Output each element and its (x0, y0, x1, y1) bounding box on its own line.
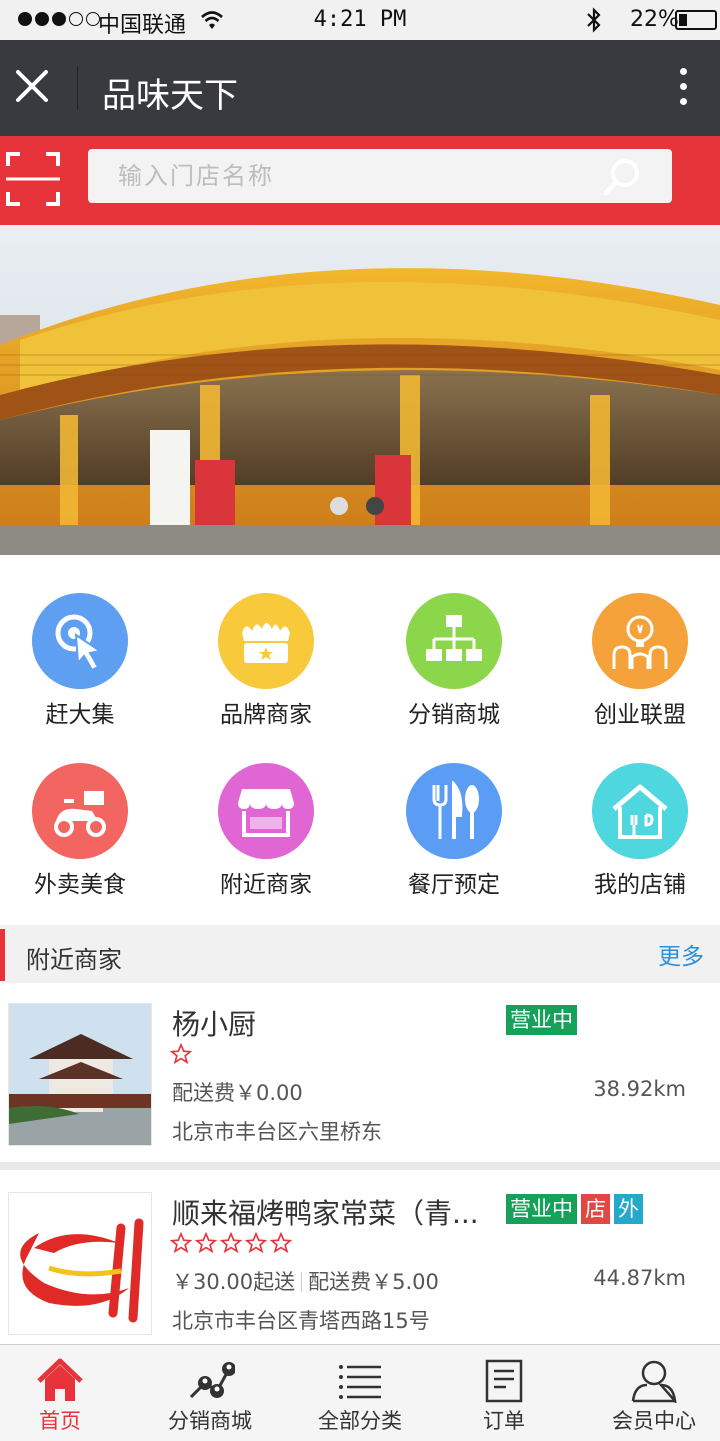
menu-item[interactable]: 餐厅预定 (364, 755, 544, 905)
lightbulb-team-icon (592, 593, 688, 689)
more-vertical-icon[interactable] (668, 68, 698, 108)
bottom-tab-bar: 首页 分销商城 全部分类 订单 会员中心 (0, 1344, 720, 1441)
list-icon (339, 1365, 381, 1399)
network-users-icon (189, 1362, 235, 1399)
menu-item-label: 创业联盟 (594, 702, 686, 728)
status-badge: 营业中 (506, 1005, 577, 1035)
storefront-icon (218, 763, 314, 859)
scooter-icon (32, 763, 128, 859)
star-icon (269, 1231, 293, 1258)
carousel-dot[interactable] (330, 497, 348, 515)
clock: 4:21 PM (313, 7, 407, 32)
fee-info: ￥30.00起送 配送费￥5.00 (172, 1266, 439, 1296)
tab-label: 首页 (39, 1409, 81, 1433)
menu-item[interactable]: 赶大集 (0, 585, 170, 735)
pointer-click-icon (32, 593, 128, 689)
section-title: 附近商家 (26, 946, 122, 974)
bluetooth-icon (587, 7, 601, 33)
quick-menu: 赶大集 品牌商家 分销商城 创业联盟外卖美食 附近商家 餐厅预定 我的店铺 (0, 585, 720, 925)
shop-badges: 营业中 (506, 1005, 577, 1035)
shop-name: 杨小厨 (172, 1008, 257, 1041)
scan-icon[interactable] (4, 150, 62, 208)
menu-item[interactable]: 附近商家 (176, 755, 356, 905)
shop-thumbnail (8, 1003, 152, 1146)
delivery-fee: 配送费￥5.00 (308, 1270, 439, 1294)
menu-item-label: 品牌商家 (220, 702, 312, 728)
service-badge: 店 (581, 1194, 610, 1224)
tab-item[interactable]: 分销商城 (138, 1345, 282, 1441)
star-icon (169, 1042, 193, 1069)
tab-label: 会员中心 (612, 1409, 696, 1433)
page-title: 品味天下 (102, 76, 238, 116)
order-icon (485, 1359, 523, 1403)
tab-item[interactable]: 首页 (0, 1345, 132, 1441)
title-bar: 品味天下 (0, 40, 720, 136)
tab-label: 全部分类 (318, 1409, 402, 1433)
distance: 44.87km (593, 1266, 686, 1290)
tab-label: 订单 (483, 1409, 525, 1433)
search-bar (0, 136, 720, 225)
banner-carousel[interactable] (0, 225, 720, 555)
menu-item[interactable]: 创业联盟 (550, 585, 720, 735)
divider (77, 66, 78, 110)
rating-stars (169, 1231, 293, 1258)
shop-address: 北京市丰台区青塔西路15号 (172, 1309, 430, 1333)
distance: 38.92km (593, 1077, 686, 1101)
battery-icon (675, 10, 717, 30)
min-order: ￥30.00起送 (172, 1270, 296, 1294)
star-icon (219, 1231, 243, 1258)
shop-thumbnail (8, 1192, 152, 1335)
menu-item[interactable]: 我的店铺 (550, 755, 720, 905)
carousel-dots (330, 497, 384, 515)
menu-item-label: 外卖美食 (34, 872, 126, 898)
section-accent (0, 929, 5, 981)
cutlery-icon (406, 763, 502, 859)
close-icon[interactable] (10, 64, 54, 108)
tab-item[interactable]: 全部分类 (288, 1345, 432, 1441)
menu-item[interactable]: 外卖美食 (0, 755, 170, 905)
shop-card[interactable]: 杨小厨 营业中 配送费￥0.00 38.92km 北京市丰台区六里桥东 (0, 983, 720, 1146)
user-icon (631, 1360, 677, 1403)
more-link[interactable]: 更多 (658, 937, 704, 971)
tab-label: 分销商城 (168, 1409, 252, 1433)
search-icon[interactable] (603, 157, 643, 197)
menu-item[interactable]: 品牌商家 (176, 585, 356, 735)
status-badge: 营业中 (506, 1194, 577, 1224)
search-box (88, 149, 672, 203)
shop-card[interactable]: 顺来福烤鸭家常菜（青... 营业中店外 ￥30.00起送 配送费￥5.00 44.… (0, 1172, 720, 1335)
shop-address: 北京市丰台区六里桥东 (172, 1120, 382, 1144)
service-badge: 外 (614, 1194, 643, 1224)
nearby-section-header: 附近商家 更多 (0, 925, 720, 983)
delivery-fee: 配送费￥0.00 (172, 1081, 303, 1105)
menu-item-label: 分销商城 (408, 702, 500, 728)
tab-item[interactable]: 会员中心 (582, 1345, 720, 1441)
home-icon (37, 1358, 83, 1401)
home-shop-icon (592, 763, 688, 859)
rating-stars (169, 1042, 193, 1069)
shop-badges: 营业中店外 (506, 1194, 643, 1224)
menu-item-label: 附近商家 (220, 872, 312, 898)
menu-item-label: 赶大集 (45, 702, 115, 728)
hierarchy-icon (406, 593, 502, 689)
crown-box-icon (218, 593, 314, 689)
battery-percent: 22% (630, 7, 679, 32)
star-icon (244, 1231, 268, 1258)
carousel-dot[interactable] (366, 497, 384, 515)
tab-item[interactable]: 订单 (432, 1345, 576, 1441)
status-bar: 中国联通 4:21 PM 22% (0, 0, 720, 40)
star-icon (194, 1231, 218, 1258)
star-icon (169, 1231, 193, 1258)
menu-item-label: 餐厅预定 (408, 872, 500, 898)
menu-item-label: 我的店铺 (594, 872, 686, 898)
shop-name: 顺来福烤鸭家常菜（青... (172, 1197, 479, 1230)
search-input[interactable] (118, 159, 578, 193)
menu-item[interactable]: 分销商城 (364, 585, 544, 735)
